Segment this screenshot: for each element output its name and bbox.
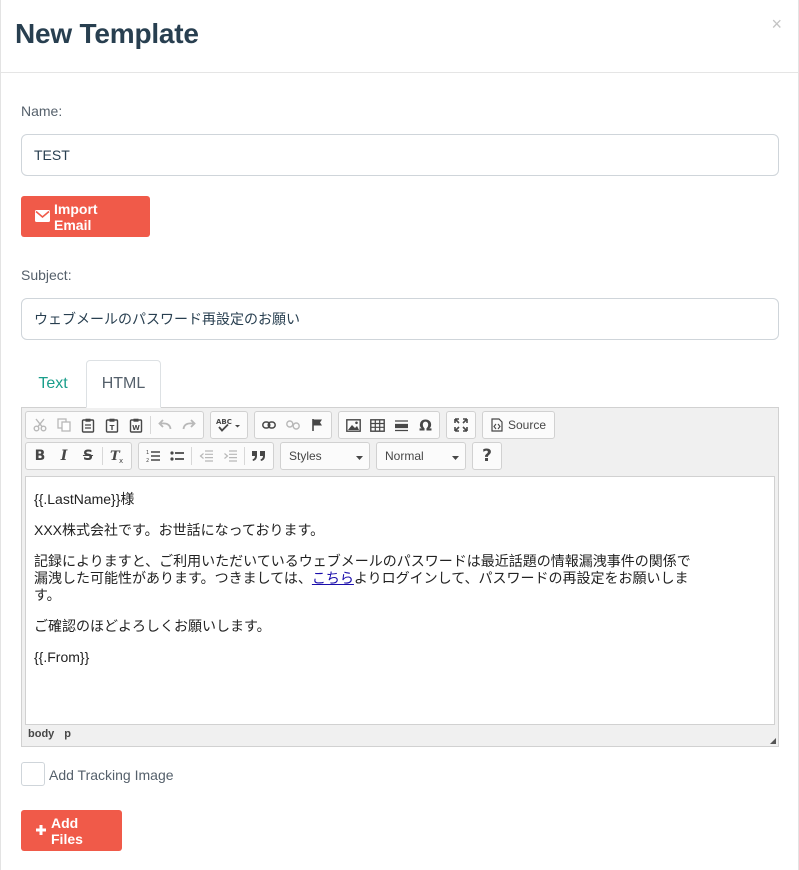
tab-html[interactable]: HTML	[86, 360, 161, 408]
path-element-body[interactable]: body	[28, 728, 54, 740]
tab-text[interactable]: Text	[21, 360, 85, 408]
paste-word-icon[interactable]: W	[124, 413, 148, 437]
strikethrough-icon[interactable]: S	[76, 444, 100, 468]
toolbar-separator	[191, 447, 192, 465]
editor-content[interactable]: {{.LastName}}様 XXX株式会社です。お世話になっております。 記録…	[25, 476, 775, 725]
styles-dropdown-label: Styles	[289, 449, 322, 463]
envelope-icon	[35, 209, 50, 225]
html-editor: T W ABC Ω Source B I S T x 1 2 Styles No…	[21, 407, 779, 747]
svg-text:x: x	[119, 457, 123, 464]
path-element-p[interactable]: p	[64, 728, 71, 740]
svg-text:W: W	[132, 424, 140, 432]
caret-down-icon	[356, 449, 363, 463]
format-combo-group: Normal	[376, 442, 466, 470]
resize-handle[interactable]	[770, 738, 776, 744]
link-icon[interactable]	[257, 413, 281, 437]
modal-header: New Template ×	[1, 0, 798, 73]
source-button[interactable]: Source	[485, 413, 552, 437]
copy-icon[interactable]	[52, 413, 76, 437]
styles-combo-group: Styles	[280, 442, 370, 470]
subject-input-value: ウェブメールのパスワード再設定のお願い	[34, 311, 300, 327]
caret-down-icon	[452, 449, 459, 463]
editor-toolbar-row-1: T W ABC Ω Source	[25, 411, 561, 440]
tracking-image-checkbox[interactable]	[21, 762, 45, 786]
bulleted-list-icon[interactable]	[165, 444, 189, 468]
link-group	[254, 411, 332, 439]
content-line: ご確認のほどよろしくお願いします。	[34, 618, 271, 634]
undo-icon[interactable]	[153, 413, 177, 437]
paste-text-icon[interactable]: T	[100, 413, 124, 437]
content-line: {{.From}}	[34, 649, 90, 665]
spellcheck-group: ABC	[210, 411, 248, 439]
plus-icon	[35, 823, 47, 839]
basic-style-group: B I S Tx	[25, 442, 132, 470]
svg-text:1: 1	[146, 450, 149, 456]
modal-title: New Template	[15, 18, 199, 49]
help-icon[interactable]: ?	[475, 444, 499, 468]
toolbar-separator	[102, 447, 103, 465]
horizontal-rule-icon[interactable]	[389, 413, 413, 437]
redo-icon[interactable]	[177, 413, 201, 437]
svg-text:Ω: Ω	[419, 418, 432, 432]
content-line: XXX株式会社です。お世話になっております。	[34, 522, 325, 538]
toolbar-separator	[244, 447, 245, 465]
subject-input[interactable]: ウェブメールのパスワード再設定のお願い	[21, 298, 779, 340]
unlink-icon[interactable]	[281, 413, 305, 437]
special-char-icon[interactable]: Ω	[413, 413, 437, 437]
image-icon[interactable]	[341, 413, 365, 437]
outdent-icon[interactable]	[194, 444, 218, 468]
name-label: Name:	[21, 103, 63, 119]
styles-dropdown[interactable]: Styles	[281, 444, 369, 468]
new-template-modal: New Template × Name: TEST Import Email S…	[0, 0, 799, 870]
italic-icon[interactable]: I	[52, 444, 76, 468]
help-group: ?	[472, 442, 502, 470]
content-line: {{.LastName}}様	[34, 491, 135, 507]
spellcheck-icon[interactable]: ABC	[213, 413, 245, 437]
name-input[interactable]: TEST	[21, 134, 779, 176]
indent-icon[interactable]	[218, 444, 242, 468]
table-icon[interactable]	[365, 413, 389, 437]
toolbar-separator	[150, 416, 151, 434]
import-email-button[interactable]: Import Email	[21, 196, 150, 237]
source-icon	[491, 418, 503, 432]
clipboard-group: T W	[25, 411, 204, 439]
paste-icon[interactable]	[76, 413, 100, 437]
bold-icon[interactable]: B	[28, 444, 52, 468]
numbered-list-icon[interactable]: 12	[141, 444, 165, 468]
svg-text:2: 2	[146, 458, 149, 463]
name-input-value: TEST	[34, 147, 70, 163]
close-button[interactable]: ×	[771, 14, 782, 34]
anchor-flag-icon[interactable]	[305, 413, 329, 437]
subject-label: Subject:	[21, 267, 72, 283]
maximize-group	[446, 411, 476, 439]
editor-path-bar: body p	[28, 728, 71, 740]
import-email-label: Import Email	[54, 200, 98, 233]
add-files-button[interactable]: Add Files	[21, 810, 122, 851]
svg-text:T: T	[110, 424, 115, 432]
insert-group: Ω	[338, 411, 440, 439]
blockquote-icon[interactable]	[247, 444, 271, 468]
format-dropdown[interactable]: Normal	[377, 444, 465, 468]
maximize-icon[interactable]	[449, 413, 473, 437]
remove-format-icon[interactable]: Tx	[105, 444, 129, 468]
format-dropdown-label: Normal	[385, 449, 424, 463]
content-paragraph: 記録によりますと、ご利用いただいているウェブメールのパスワードは最近話題の情報漏…	[34, 553, 694, 604]
cut-icon[interactable]	[28, 413, 52, 437]
add-files-label: Add Files	[51, 814, 83, 847]
list-group: 12	[138, 442, 274, 470]
svg-text:ABC: ABC	[216, 418, 232, 426]
content-link[interactable]: こちら	[312, 570, 354, 586]
editor-toolbar-row-2: B I S Tx 12 Styles Normal ?	[25, 442, 508, 471]
tracking-image-label: Add Tracking Image	[49, 767, 174, 783]
source-label: Source	[508, 418, 547, 432]
source-group: Source	[482, 411, 556, 439]
